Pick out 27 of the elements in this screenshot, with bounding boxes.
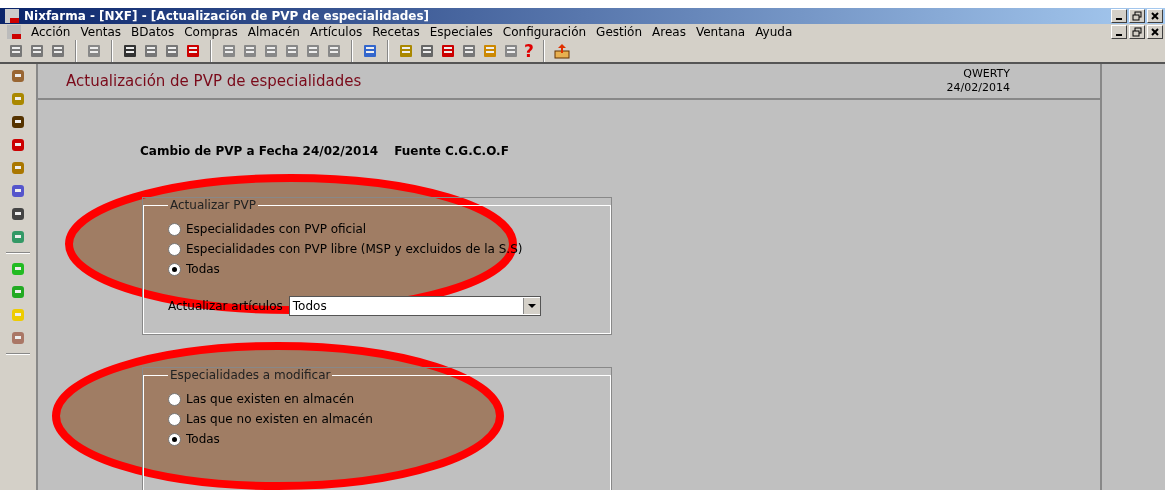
menu-item[interactable]: Gestión [596, 25, 643, 39]
menu-item[interactable]: Acción [31, 25, 71, 39]
menu-item[interactable]: Artículos [309, 25, 363, 39]
group-legend: Actualizar PVP [168, 198, 258, 212]
user-name: QWERTY [963, 67, 1010, 81]
change-heading: Cambio de PVP a Fecha 24/02/2014 [140, 144, 379, 158]
option-label[interactable]: Las que existen en almacén [186, 392, 354, 406]
menu-item[interactable]: Ventas [80, 25, 122, 39]
option-label[interactable]: Todas [186, 262, 220, 276]
window-title: Nixfarma - [NXF] - [Actualización de PVP de especialidades] [24, 9, 430, 23]
source-label: Fuente C.G.C.O.F [394, 144, 509, 158]
menu-item[interactable]: Areas [652, 25, 686, 39]
menu-item[interactable]: Especiales [429, 25, 493, 39]
group-legend: Especialidades a modificar [168, 368, 333, 382]
option-label[interactable]: Especialidades con PVP oficial [186, 222, 367, 236]
dropdown-field[interactable]: Todos [288, 296, 541, 316]
menu-item[interactable]: Recetas [372, 25, 420, 39]
header-date: 24/02/2014 [946, 81, 1010, 95]
menu-item[interactable]: Ventana [695, 25, 746, 39]
option-label[interactable]: Todas [186, 432, 220, 446]
menu-item[interactable]: Compras [184, 25, 238, 39]
menu-item[interactable]: Almacén [247, 25, 300, 39]
option-label[interactable]: Las que no existen en almacén [186, 412, 373, 426]
menu-item[interactable]: Ayuda [755, 25, 793, 39]
menu-item[interactable]: BDatos [131, 25, 175, 39]
form-title: Actualización de PVP de especialidades [66, 72, 362, 90]
menu-item[interactable]: Configuración [502, 25, 587, 39]
